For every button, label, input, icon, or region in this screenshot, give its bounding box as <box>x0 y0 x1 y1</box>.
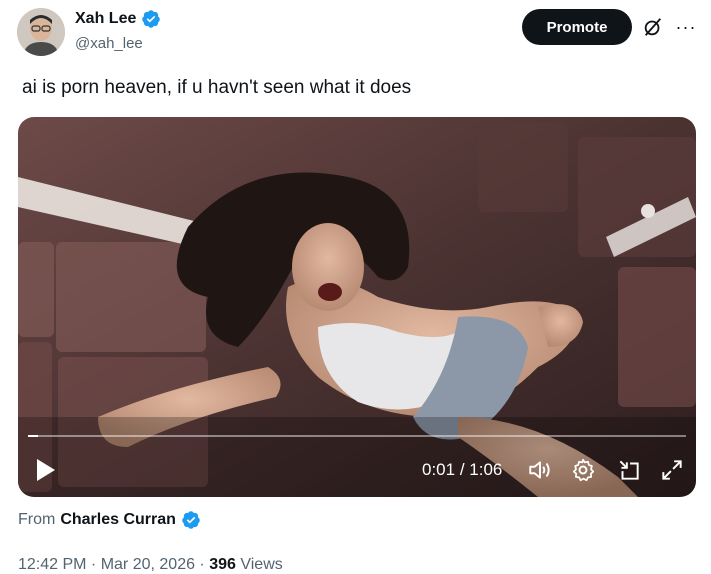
author-display-name[interactable]: Xah Lee <box>75 9 136 29</box>
promote-button[interactable]: Promote <box>522 9 632 45</box>
video-progress-bar[interactable] <box>28 435 686 437</box>
more-icon[interactable]: ··· <box>674 15 698 39</box>
tweet-text: ai is porn heaven, if u havn't seen what… <box>22 77 412 98</box>
tweet-time[interactable]: 12:42 PM <box>18 556 86 573</box>
meta-dot: · <box>86 556 101 573</box>
video-progress-fill <box>28 435 38 437</box>
fullscreen-icon[interactable] <box>659 457 685 483</box>
author-avatar[interactable] <box>17 8 65 56</box>
video-current-time: 0:01 <box>422 460 456 479</box>
play-icon[interactable] <box>34 457 58 483</box>
grok-icon[interactable] <box>642 16 664 38</box>
video-frame <box>18 117 696 497</box>
meta-dot: · <box>194 556 210 573</box>
author-handle[interactable]: @xah_lee <box>75 35 143 52</box>
video-player[interactable]: 0:01 / 1:06 <box>18 117 696 497</box>
tweet-meta: 12:42 PM · Mar 20, 2026 · 396 Views <box>18 556 283 574</box>
video-source: From Charles Curran <box>18 510 201 530</box>
source-name[interactable]: Charles Curran <box>60 511 176 529</box>
avatar-photo <box>17 8 65 56</box>
minimize-player-icon[interactable] <box>616 457 642 483</box>
tweet-date[interactable]: Mar 20, 2026 <box>101 556 195 573</box>
verified-badge-icon <box>142 10 161 28</box>
video-time: 0:01 / 1:06 <box>422 459 502 481</box>
views-count: 396 <box>209 556 236 573</box>
more-label: ··· <box>675 16 697 37</box>
views-label: Views <box>240 556 283 573</box>
video-time-separator: / <box>455 460 470 479</box>
author-name-row: Xah Lee <box>75 9 161 29</box>
verified-badge-icon <box>182 511 200 529</box>
source-prefix: From <box>18 511 56 528</box>
settings-icon[interactable] <box>570 457 596 483</box>
video-duration: 1:06 <box>469 460 503 479</box>
volume-icon[interactable] <box>527 457 553 483</box>
